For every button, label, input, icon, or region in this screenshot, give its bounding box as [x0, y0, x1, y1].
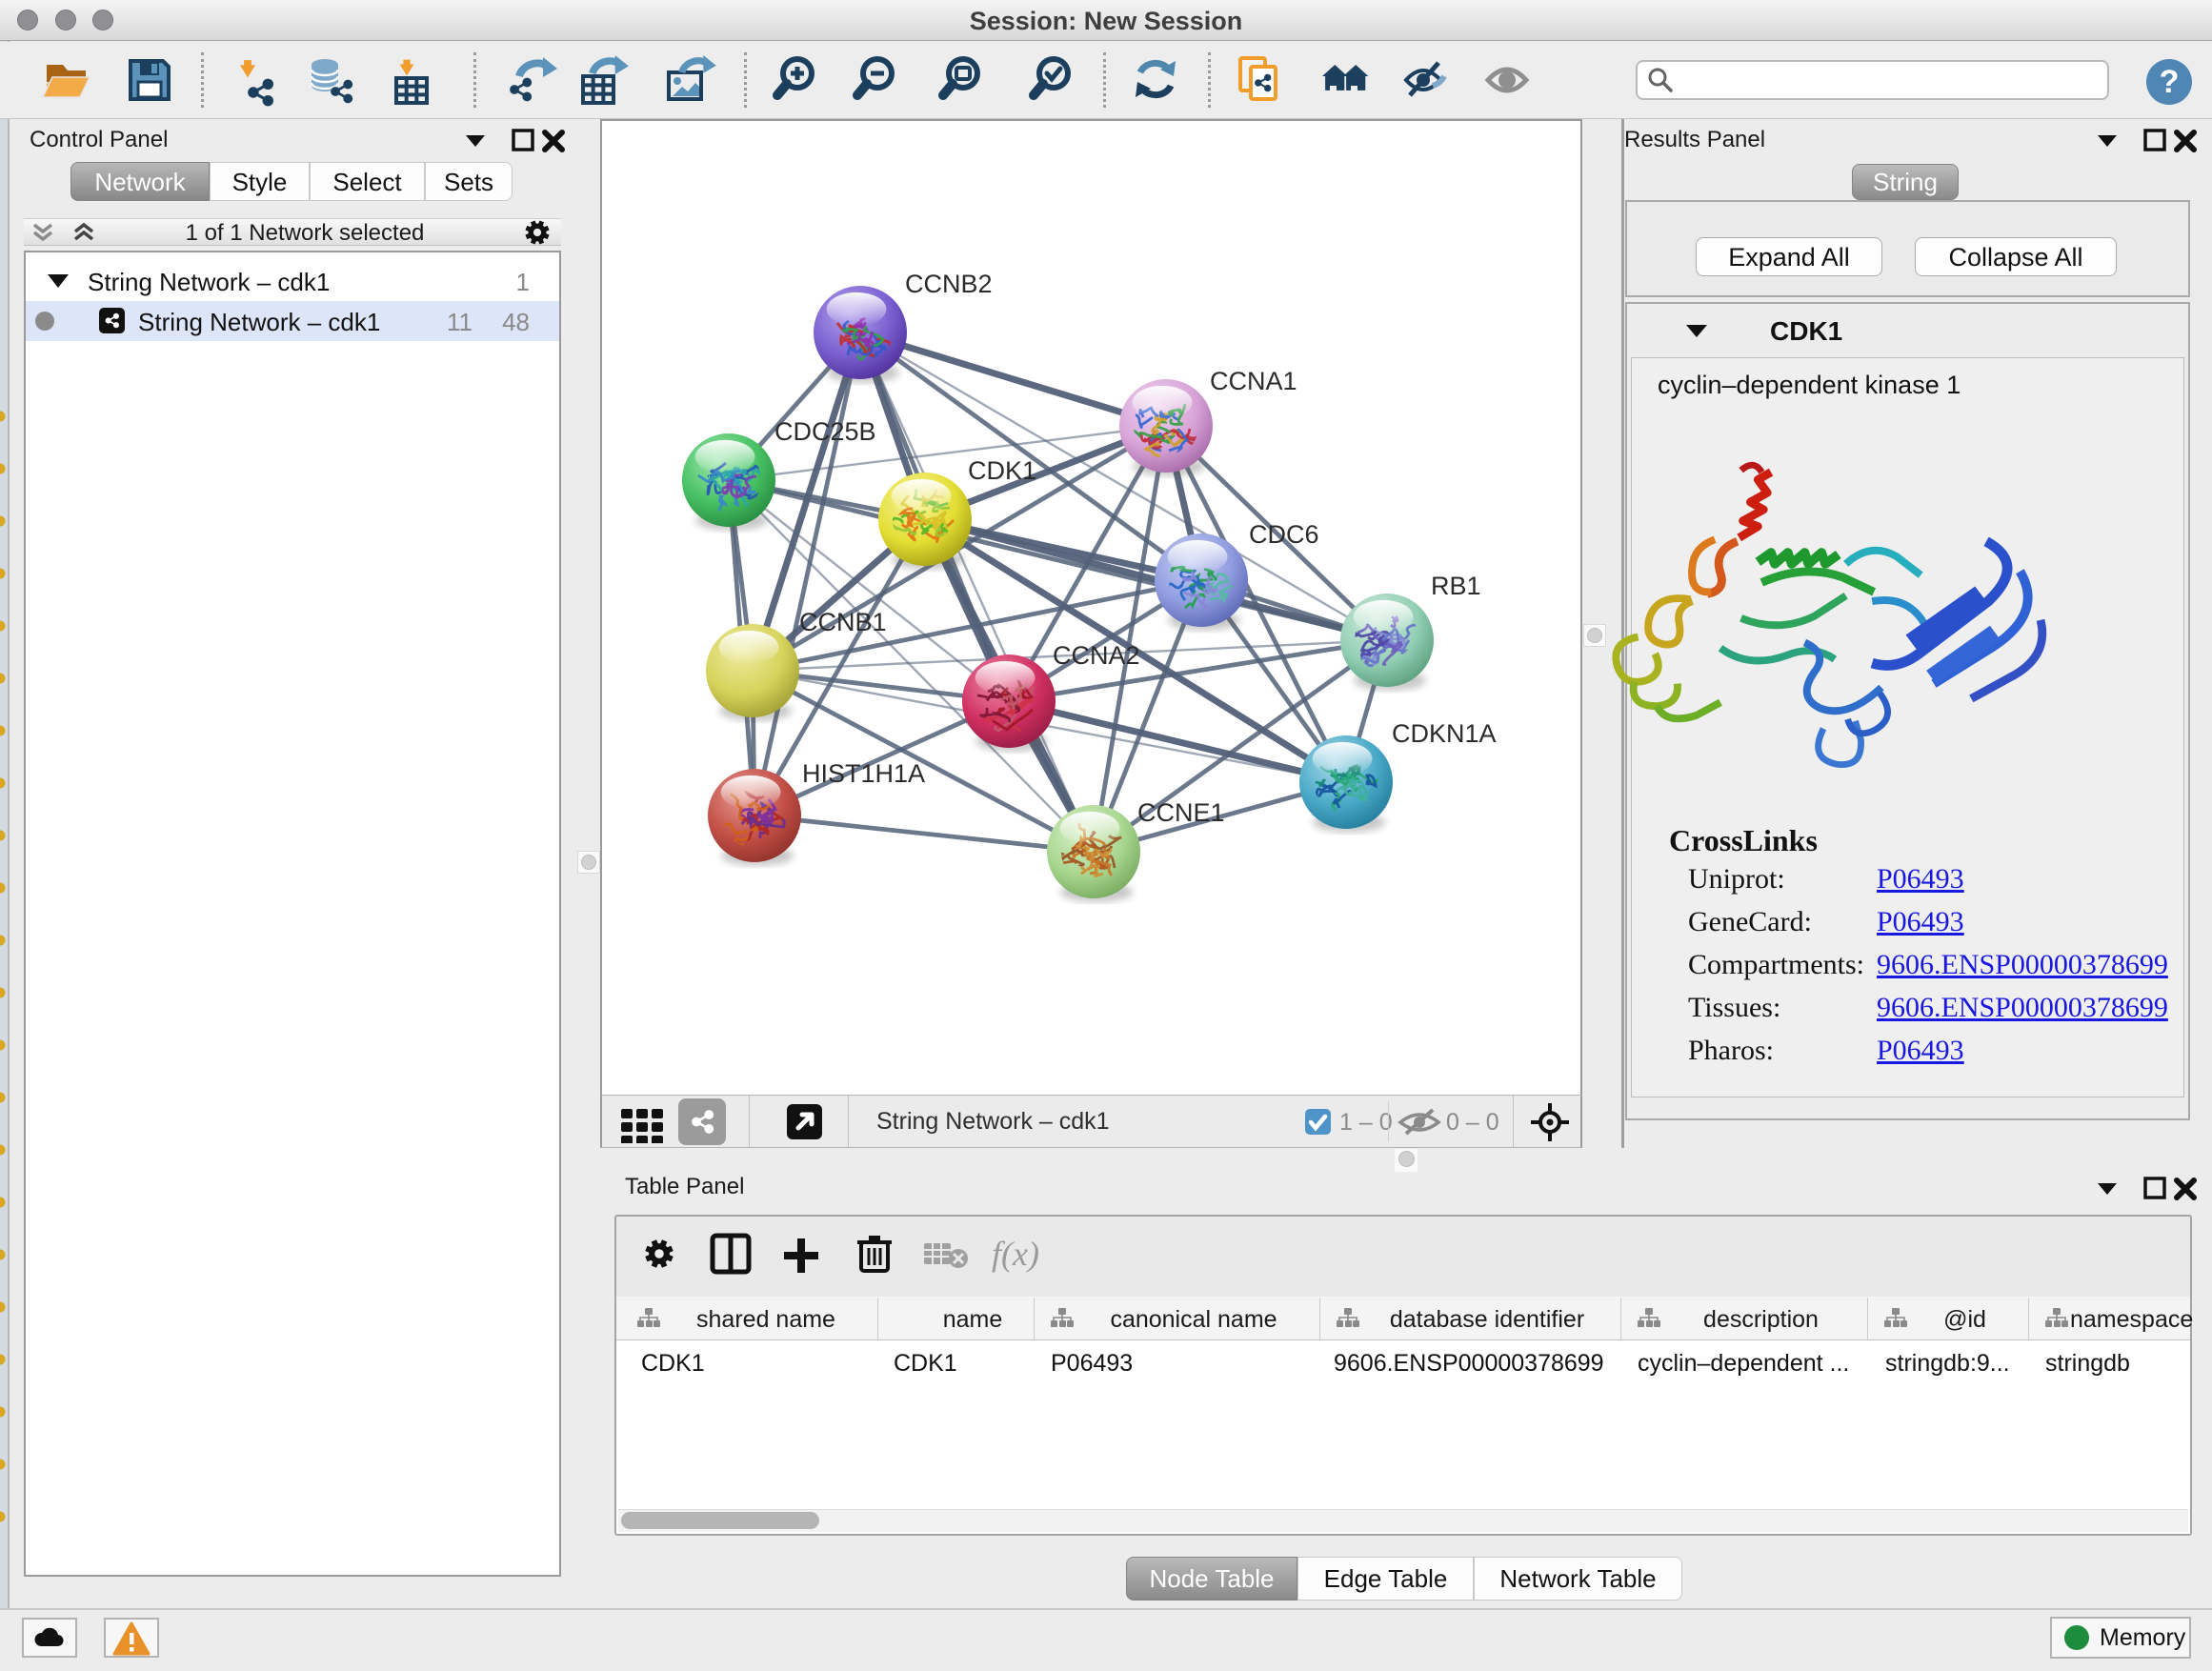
svg-text:CCNA1: CCNA1	[1210, 367, 1297, 395]
svg-text:CDC6: CDC6	[1249, 520, 1319, 549]
svg-text:CCNE1: CCNE1	[1137, 798, 1225, 827]
svg-text:CCNB2: CCNB2	[905, 270, 993, 298]
svg-text:CDC25B: CDC25B	[774, 417, 876, 446]
svg-text:HIST1H1A: HIST1H1A	[802, 759, 925, 788]
svg-text:CCNB1: CCNB1	[799, 608, 887, 636]
svg-text:RB1: RB1	[1431, 572, 1481, 600]
svg-text:CCNA2: CCNA2	[1053, 641, 1140, 670]
svg-text:CDKN1A: CDKN1A	[1392, 719, 1497, 748]
svg-text:CDK1: CDK1	[968, 456, 1036, 485]
